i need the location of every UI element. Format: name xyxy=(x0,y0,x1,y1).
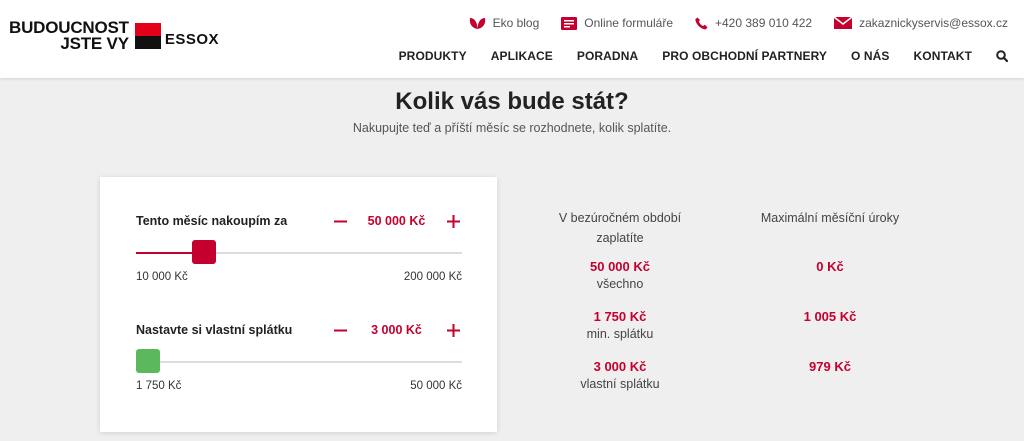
purchase-min-label: 10 000 Kč xyxy=(136,271,188,283)
mail-icon xyxy=(834,17,853,29)
installment-row: Nastavte si vlastní splátku 3 000 Kč xyxy=(136,318,462,342)
logo-line-2: JSTE VY xyxy=(60,34,129,53)
search-button[interactable] xyxy=(996,50,1008,62)
installment-minus-button[interactable] xyxy=(331,321,349,339)
purchase-slider[interactable] xyxy=(136,240,462,264)
purchase-row: Tento měsíc nakoupím za 50 000 Kč xyxy=(136,209,462,233)
eko-blog-label: Eko blog xyxy=(492,16,540,30)
nav-kontakt[interactable]: KONTAKT xyxy=(914,49,972,63)
top-links: Eko blog Online formuláře +420 389 010 4… xyxy=(447,16,1008,30)
installment-slider[interactable] xyxy=(136,349,462,373)
plus-icon xyxy=(446,323,460,337)
online-forms-label: Online formuláře xyxy=(584,16,673,30)
installment-min-label: 1 750 Kč xyxy=(136,380,182,392)
purchase-value: 50 000 Kč xyxy=(367,214,426,228)
nav-produkty[interactable]: PRODUKTY xyxy=(399,49,467,63)
main-nav: PRODUKTY APLIKACE PORADNA PRO OBCHODNÍ P… xyxy=(375,49,1008,63)
purchase-plus-button[interactable] xyxy=(444,212,462,230)
email-link[interactable]: zakaznickyservis@essox.cz xyxy=(834,16,1008,30)
result-pay-value: 3 000 Kč xyxy=(593,359,647,374)
installment-max-label: 50 000 Kč xyxy=(410,380,462,392)
search-icon xyxy=(996,50,1008,62)
minus-icon xyxy=(333,329,347,331)
logo-mark-icon xyxy=(134,23,161,49)
page-subtitle: Nakupujte teď a příští měsíc se rozhodne… xyxy=(352,121,672,135)
leaf-icon xyxy=(469,17,485,29)
installment-slider-handle[interactable] xyxy=(136,349,160,373)
purchase-max-label: 200 000 Kč xyxy=(403,271,462,283)
result-pay-value: 1 750 Kč xyxy=(593,309,647,324)
result-interest-value: 979 Kč xyxy=(809,359,851,374)
result-pay-value: 50 000 Kč xyxy=(590,259,650,274)
installment-value: 3 000 Kč xyxy=(371,323,422,337)
nav-aplikace[interactable]: APLIKACE xyxy=(491,49,553,63)
results-interest-heading: Maximální měsíční úroky xyxy=(760,211,900,225)
eko-blog-link[interactable]: Eko blog xyxy=(469,16,540,30)
calculator-card: Tento měsíc nakoupím za 50 000 Kč 10 000… xyxy=(100,177,497,432)
phone-label: +420 389 010 422 xyxy=(715,16,813,30)
online-forms-link[interactable]: Online formuláře xyxy=(561,16,673,30)
result-pay-caption: všechno xyxy=(596,277,644,291)
form-icon xyxy=(561,16,578,30)
minus-icon xyxy=(333,220,347,222)
installment-plus-button[interactable] xyxy=(444,321,462,339)
purchase-slider-handle[interactable] xyxy=(192,240,217,264)
phone-link[interactable]: +420 389 010 422 xyxy=(695,16,812,30)
purchase-label: Tento měsíc nakoupím za xyxy=(136,214,288,228)
email-label: zakaznickyservis@essox.cz xyxy=(859,16,1008,30)
site-header: BUDOUCNOST JSTE VY ESSOX Eko blog Online… xyxy=(0,0,1024,78)
purchase-minus-button[interactable] xyxy=(331,212,349,230)
nav-o-nas[interactable]: O NÁS xyxy=(851,49,890,63)
result-pay-caption: vlastní splátku xyxy=(580,377,660,391)
nav-pro-obchodni-partnery[interactable]: PRO OBCHODNÍ PARTNERY xyxy=(662,49,827,63)
logo-slogan: BUDOUCNOST JSTE VY xyxy=(9,19,129,53)
installment-label: Nastavte si vlastní splátku xyxy=(136,323,293,337)
logo[interactable]: BUDOUCNOST JSTE VY ESSOX xyxy=(9,19,220,53)
result-interest-value: 1 005 Kč xyxy=(803,309,857,324)
results-pay-heading: V bezúročném období zaplatíte xyxy=(558,211,682,245)
logo-brand: ESSOX xyxy=(164,30,220,48)
result-interest-value: 0 Kč xyxy=(816,259,844,274)
page-title: Kolik vás bude stát? xyxy=(395,88,629,115)
phone-icon xyxy=(695,17,708,29)
plus-icon xyxy=(446,214,460,228)
result-pay-caption: min. splátku xyxy=(586,327,654,341)
nav-poradna[interactable]: PORADNA xyxy=(577,49,638,63)
